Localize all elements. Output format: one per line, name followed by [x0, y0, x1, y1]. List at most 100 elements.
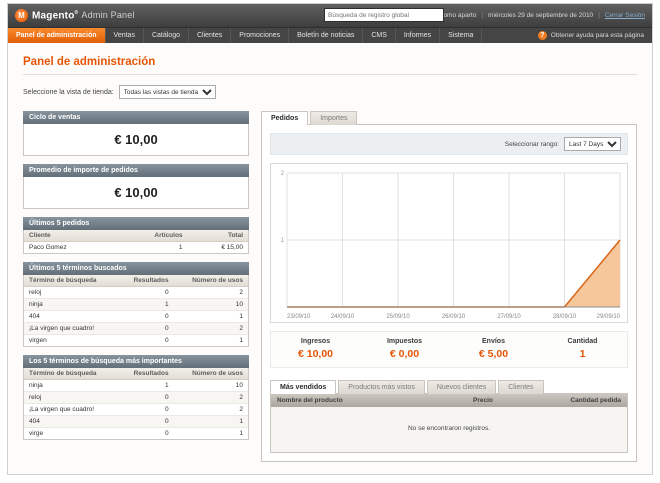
- last-search-terms-panel: Últimos 5 términos buscados Término de b…: [23, 262, 249, 347]
- last-orders-panel: Últimos 5 pedidos Cliente Artículos Tota…: [23, 217, 249, 254]
- svg-text:28/09/10: 28/09/10: [553, 314, 577, 320]
- column-header-price: Precio: [473, 397, 493, 404]
- table-row[interactable]: Paco Gomez 1 € 15,00: [24, 242, 248, 254]
- help-icon: ?: [537, 31, 547, 40]
- top-search-terms-table: Término de búsqueda Resultados Número de…: [24, 368, 248, 439]
- table-row[interactable]: ¡La virgen que cuadro! 0 2: [24, 322, 248, 335]
- nav-item-system[interactable]: Sistema: [440, 28, 483, 43]
- range-select[interactable]: Last 7 Days: [564, 137, 621, 151]
- store-view-row: Seleccione la vista de tienda: Todas las…: [23, 85, 637, 99]
- separator: |: [598, 12, 600, 19]
- column-header: Resultados: [118, 275, 174, 287]
- nav-item-catalog[interactable]: Catálogo: [144, 28, 189, 43]
- logout-link[interactable]: Cerrar Sesión: [605, 12, 645, 19]
- orders-chart: 1 2 23/09/10 24/09/10 25/09/10 26/09/10 27/09/…: [270, 163, 628, 323]
- column-header-qty: Cantidad pedida: [570, 397, 621, 404]
- nav-item-dashboard[interactable]: Panel de administración: [8, 28, 106, 43]
- store-view-label: Seleccione la vista de tienda:: [23, 88, 114, 96]
- tab-amounts[interactable]: Importes: [310, 111, 358, 125]
- page-content: Panel de administración Seleccione la vi…: [8, 43, 652, 470]
- table-row[interactable]: reloj 0 2: [24, 286, 248, 299]
- svg-text:25/09/10: 25/09/10: [386, 314, 410, 320]
- tab-most-viewed[interactable]: Productos más vistos: [338, 380, 425, 394]
- store-view-select[interactable]: Todas las vistas de tienda: [118, 85, 216, 99]
- session-info: Accedió como aparto | miércoles 29 de se…: [415, 12, 645, 19]
- panel-title: Últimos 5 términos buscados: [23, 262, 249, 275]
- column-header: Cliente: [24, 230, 115, 242]
- logo-brand: Magento: [32, 10, 75, 22]
- top-search-terms-panel: Los 5 términos de búsqueda más important…: [23, 355, 249, 440]
- logo-suffix: Admin Panel: [81, 10, 135, 21]
- current-date: miércoles 29 de septiembre de 2010: [488, 12, 594, 19]
- global-search-input[interactable]: [324, 8, 444, 22]
- divider: [23, 74, 637, 75]
- last-search-terms-table: Término de búsqueda Resultados Número de…: [24, 275, 248, 346]
- lifetime-sales-value: € 10,00: [114, 132, 158, 147]
- magento-logo[interactable]: M Magento® Admin Panel: [15, 9, 135, 22]
- header: M Magento®Admin Panel Accedió como apart…: [8, 4, 652, 27]
- logo-text: Magento® Admin Panel: [32, 10, 135, 21]
- orders-chart-svg: 1223/09/10 24/09/10 25/09/10 26/09/10 27/09/…: [271, 164, 627, 322]
- page-title: Panel de administración: [23, 56, 156, 68]
- panel-title: Ciclo de ventas: [23, 111, 249, 124]
- tab-new-customers[interactable]: Nuevos clientes: [426, 380, 497, 394]
- tab-customers[interactable]: Clientes: [498, 380, 544, 394]
- column-header: Total: [187, 230, 248, 242]
- average-order-value: € 10,00: [114, 185, 158, 200]
- table-row[interactable]: virge 0 1: [24, 428, 248, 440]
- table-row[interactable]: ninja 1 10: [24, 298, 248, 311]
- nav-item-reports[interactable]: Informes: [396, 28, 441, 43]
- lifetime-sales-panel: Ciclo de ventas € 10,00: [23, 111, 249, 156]
- products-grid: Nombre del producto Precio Cantidad pedi…: [270, 393, 628, 453]
- range-bar: Seleccionar rango: Last 7 Days: [270, 133, 628, 155]
- table-row[interactable]: 404 0 1: [24, 415, 248, 428]
- table-row[interactable]: reloj 0 2: [24, 391, 248, 404]
- help-label: Obtener ayuda para esta página: [550, 32, 644, 39]
- svg-text:27/09/10: 27/09/10: [497, 314, 521, 320]
- admin-window: M Magento®Admin Panel Accedió como apart…: [7, 3, 653, 475]
- svg-text:26/09/10: 26/09/10: [442, 314, 466, 320]
- table-row[interactable]: 404 0 1: [24, 310, 248, 323]
- empty-records-message: No se encontraron registros.: [271, 407, 627, 452]
- products-tabs: Más vendidos Productos más vistos Nuevos…: [270, 380, 628, 394]
- panel-title: Los 5 términos de búsqueda más important…: [23, 355, 249, 368]
- column-header-product: Nombre del producto: [277, 397, 343, 404]
- stat-tax: Impuestos € 0,00: [386, 338, 422, 360]
- chart-panel: Seleccionar rango: Last 7 Days 1 2 23/09/1…: [261, 124, 637, 462]
- nav-item-sales[interactable]: Ventas: [106, 28, 144, 43]
- nav-item-cms[interactable]: CMS: [363, 28, 396, 43]
- stat-quantity: Cantidad 1: [567, 338, 598, 360]
- nav-item-promotions[interactable]: Promociones: [231, 28, 290, 43]
- svg-text:24/09/10: 24/09/10: [331, 314, 355, 320]
- range-label: Seleccionar rango:: [504, 140, 559, 148]
- dashboard-right-column: Pedidos Importes Seleccionar rango: Last…: [261, 111, 637, 462]
- global-search: [324, 8, 444, 22]
- column-header: Resultados: [118, 368, 174, 380]
- help-link[interactable]: ? Obtener ayuda para esta página: [530, 28, 652, 43]
- tab-orders[interactable]: Pedidos: [261, 111, 309, 125]
- column-header: Número de usos: [173, 368, 248, 380]
- table-row[interactable]: virgen 0 1: [24, 335, 248, 347]
- nav-item-customers[interactable]: Clientes: [189, 28, 232, 43]
- totals-row: Ingresos € 10,00 Impuestos € 0,00 Envíos…: [270, 331, 628, 368]
- last-orders-table: Cliente Artículos Total Paco Gomez 1 € 1…: [24, 230, 248, 253]
- table-row[interactable]: ¡La virgen que cuadro! 0 2: [24, 403, 248, 416]
- svg-text:23/09/10: 23/09/10: [287, 314, 311, 320]
- column-header: Número de usos: [173, 275, 248, 287]
- separator: |: [481, 12, 484, 19]
- column-header: Término de búsqueda: [24, 368, 119, 380]
- table-row[interactable]: ninja 1 10: [24, 379, 248, 392]
- products-grid-header: Nombre del producto Precio Cantidad pedi…: [271, 394, 627, 407]
- magento-logo-icon: M: [15, 9, 28, 22]
- tab-bestsellers[interactable]: Más vendidos: [270, 380, 337, 394]
- main-nav: Panel de administración Ventas Catálogo …: [8, 27, 652, 43]
- panel-title: Promedio de importe de pedidos: [23, 164, 249, 177]
- stat-shipping: Envíos € 5,00: [478, 338, 509, 360]
- average-order-panel: Promedio de importe de pedidos € 10,00: [23, 164, 249, 209]
- chart-tabs: Pedidos Importes: [261, 111, 637, 125]
- column-header: Artículos: [114, 230, 188, 242]
- nav-item-newsletter[interactable]: Boletín de noticias: [289, 28, 364, 43]
- dashboard-left-column: Ciclo de ventas € 10,00 Promedio de impo…: [23, 111, 249, 462]
- panel-title: Últimos 5 pedidos: [23, 217, 249, 230]
- svg-text:29/09/10: 29/09/10: [597, 314, 621, 320]
